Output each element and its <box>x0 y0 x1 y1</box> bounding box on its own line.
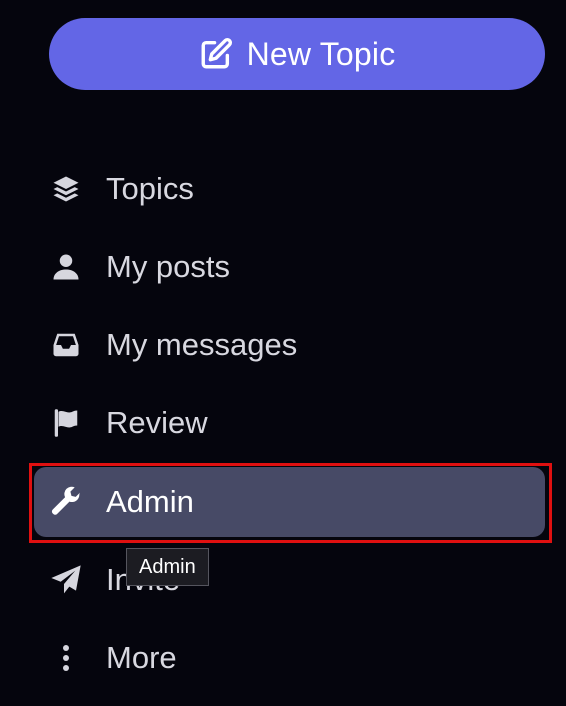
sidebar-item-invite[interactable]: Invite <box>34 545 545 615</box>
sidebar-item-topics[interactable]: Topics <box>34 154 545 224</box>
new-topic-button[interactable]: New Topic <box>49 18 545 90</box>
sidebar-item-more[interactable]: More <box>34 623 545 693</box>
sidebar: New Topic Topics My posts My messages Re… <box>0 0 566 706</box>
sidebar-item-label: Topics <box>106 171 194 206</box>
layers-icon <box>48 171 84 207</box>
admin-tooltip: Admin <box>126 548 209 586</box>
sidebar-item-my-messages[interactable]: My messages <box>34 310 545 380</box>
wrench-icon <box>48 484 84 520</box>
edit-icon <box>199 37 233 71</box>
user-icon <box>48 249 84 285</box>
inbox-icon <box>48 327 84 363</box>
sidebar-item-review[interactable]: Review <box>34 388 545 458</box>
flag-icon <box>48 405 84 441</box>
sidebar-item-label: My messages <box>106 327 298 362</box>
more-vertical-icon <box>48 640 84 676</box>
sidebar-item-label: My posts <box>106 249 231 284</box>
sidebar-item-admin[interactable]: Admin <box>34 467 545 537</box>
paper-plane-icon <box>48 562 84 598</box>
sidebar-item-label: More <box>106 640 177 675</box>
sidebar-item-label: Review <box>106 405 208 440</box>
sidebar-item-my-posts[interactable]: My posts <box>34 232 545 302</box>
new-topic-label: New Topic <box>246 35 396 72</box>
sidebar-item-label: Admin <box>106 484 194 519</box>
